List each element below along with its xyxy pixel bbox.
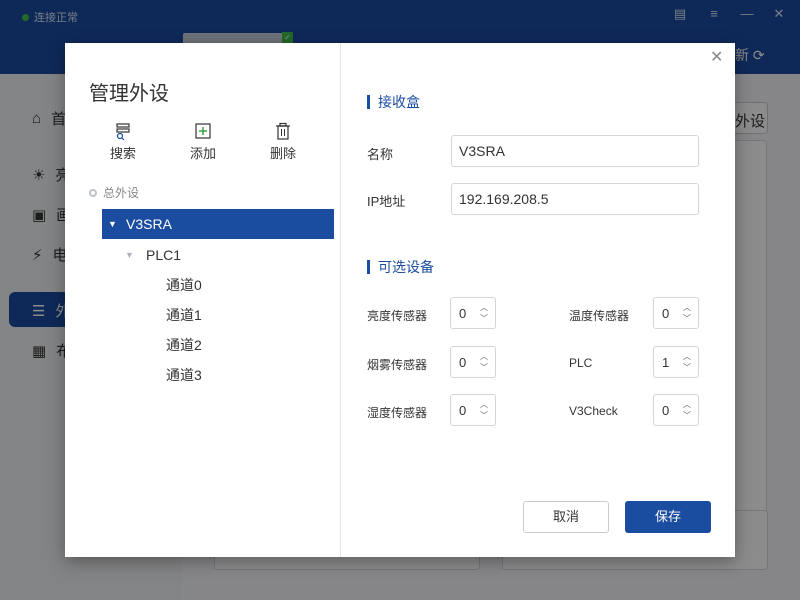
tree-pane: 管理外设 搜索 添加 删除 总外设 ▼ V3SRA ▼ PLC1 通道0 通道1… — [65, 43, 341, 557]
expand-caret-icon[interactable]: ▼ — [125, 240, 134, 270]
temperature-sensor-stepper[interactable]: 0 ︿ ﹀ — [653, 297, 699, 329]
chevron-down-icon[interactable]: ﹀ — [683, 315, 691, 323]
chevron-down-icon[interactable]: ﹀ — [683, 364, 691, 372]
chevron-up-icon[interactable]: ︿ — [480, 304, 488, 312]
plc-stepper[interactable]: 1 ︿ ﹀ — [653, 346, 699, 378]
brightness-sensor-label: 亮度传感器 — [367, 309, 428, 323]
tree-node-channel[interactable]: 通道1 — [166, 300, 286, 330]
v3check-stepper[interactable]: 0 ︿ ﹀ — [653, 394, 699, 426]
chevron-up-icon[interactable]: ︿ — [480, 353, 488, 361]
plc-label: PLC — [569, 356, 593, 370]
tree-node-channel[interactable]: 通道0 — [166, 270, 286, 300]
tree-node-v3sra[interactable]: ▼ V3SRA — [102, 209, 334, 239]
section-optional-devices: 可选设备 — [367, 257, 434, 277]
chevron-up-icon[interactable]: ︿ — [683, 401, 691, 409]
tree-node-channel[interactable]: 通道3 — [166, 360, 286, 390]
smoke-sensor-label: 烟雾传感器 — [367, 358, 428, 372]
chevron-down-icon[interactable]: ﹀ — [683, 412, 691, 420]
chevron-down-icon[interactable]: ﹀ — [480, 412, 488, 420]
humidity-sensor-label: 湿度传感器 — [367, 406, 428, 420]
dialog-title: 管理外设 — [89, 83, 169, 105]
name-label: 名称 — [367, 147, 394, 162]
brightness-sensor-stepper[interactable]: 0 ︿ ﹀ — [450, 297, 496, 329]
chevron-up-icon[interactable]: ︿ — [683, 304, 691, 312]
search-button[interactable]: 搜索 — [103, 122, 143, 162]
name-field[interactable] — [451, 135, 699, 167]
ip-label: IP地址 — [367, 194, 406, 209]
delete-button[interactable]: 删除 — [263, 122, 303, 162]
ip-field[interactable] — [451, 183, 699, 215]
save-button[interactable]: 保存 — [625, 501, 711, 533]
v3check-label: V3Check — [569, 404, 618, 418]
chevron-up-icon[interactable]: ︿ — [480, 401, 488, 409]
smoke-sensor-stepper[interactable]: 0 ︿ ﹀ — [450, 346, 496, 378]
trash-icon — [276, 122, 290, 140]
chevron-down-icon[interactable]: ﹀ — [480, 315, 488, 323]
manage-peripherals-dialog: 管理外设 搜索 添加 删除 总外设 ▼ V3SRA ▼ PLC1 通道0 通道1… — [65, 43, 735, 557]
tree-root-icon — [89, 188, 97, 197]
section-receiver: 接收盒 — [367, 92, 420, 112]
tree-node-channel[interactable]: 通道2 — [166, 330, 286, 360]
tree-root[interactable]: 总外设 — [89, 184, 139, 201]
expand-caret-icon[interactable]: ▼ — [108, 209, 117, 239]
chevron-up-icon[interactable]: ︿ — [683, 353, 691, 361]
humidity-sensor-stepper[interactable]: 0 ︿ ﹀ — [450, 394, 496, 426]
search-icon — [116, 123, 130, 140]
add-icon — [195, 123, 211, 139]
temperature-sensor-label: 温度传感器 — [569, 309, 630, 323]
chevron-down-icon[interactable]: ﹀ — [480, 364, 488, 372]
close-icon[interactable]: ✕ — [710, 47, 723, 67]
cancel-button[interactable]: 取消 — [523, 501, 609, 533]
tree-node-plc1[interactable]: ▼ PLC1 — [125, 240, 305, 270]
add-button[interactable]: 添加 — [183, 122, 223, 162]
